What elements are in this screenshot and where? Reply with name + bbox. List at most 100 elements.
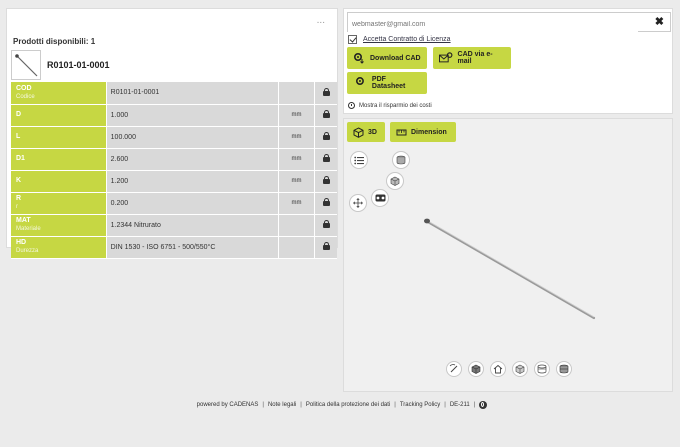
panel-menu-icon[interactable]: ... bbox=[317, 15, 325, 26]
parameter-row[interactable]: COD Codice R0101-01-0001 bbox=[11, 82, 337, 105]
parameter-value[interactable]: R0101-01-0001 bbox=[105, 82, 279, 105]
download-cad-label: Download CAD bbox=[370, 54, 421, 62]
footer-separator: | bbox=[262, 402, 264, 408]
parameter-description: Durezza bbox=[16, 248, 39, 254]
parameter-row[interactable]: L 100.000 mm bbox=[11, 126, 337, 149]
license-link[interactable]: Accetta Contratto di Licenza bbox=[363, 36, 451, 43]
parameter-description: Materiale bbox=[16, 226, 41, 232]
parameter-unit bbox=[277, 214, 315, 237]
pdf-gear-icon bbox=[355, 77, 364, 85]
parameter-value[interactable]: 1.000 bbox=[105, 104, 279, 127]
3d-viewer[interactable]: 3D Dimension bbox=[343, 118, 673, 392]
parameter-key: COD bbox=[16, 84, 32, 92]
parameter-lock-cell[interactable] bbox=[314, 104, 337, 127]
footer: powered by CADENAS | Note legali | Polit… bbox=[0, 401, 680, 409]
home-view-icon[interactable] bbox=[490, 361, 506, 377]
parameter-table: COD Codice R0101-01-0001 D 1.000 mm L 100.000 mm… bbox=[11, 82, 337, 259]
parameter-value[interactable]: 100.000 bbox=[105, 126, 279, 149]
parameter-name-cell: K bbox=[11, 170, 107, 193]
powered-by-link[interactable]: powered by CADENAS bbox=[197, 402, 259, 408]
lock-icon bbox=[322, 132, 330, 140]
section-view-icon[interactable] bbox=[534, 361, 550, 377]
pdf-datasheet-button[interactable]: PDF Datasheet bbox=[347, 72, 427, 94]
parameter-lock-cell[interactable] bbox=[314, 126, 337, 149]
cost-savings-link[interactable]: Mostra il risparmio dei costi bbox=[348, 102, 432, 109]
lock-icon bbox=[322, 87, 330, 96]
parameter-description: r bbox=[16, 204, 18, 210]
parameter-unit bbox=[277, 82, 315, 105]
parameter-row[interactable]: D 1.000 mm bbox=[11, 104, 337, 127]
download-panel: ✖ Accetta Contratto di Licenza Download … bbox=[343, 8, 673, 114]
parameter-unit: mm bbox=[277, 192, 315, 215]
version-link[interactable]: DE-211 bbox=[450, 402, 470, 408]
parameter-key: R bbox=[16, 195, 22, 202]
download-cad-button[interactable]: Download CAD bbox=[347, 47, 427, 69]
shaded-view-icon[interactable] bbox=[468, 361, 484, 377]
email-input[interactable] bbox=[348, 15, 638, 34]
stacked-view-icon[interactable] bbox=[556, 361, 572, 377]
globe-icon[interactable] bbox=[479, 401, 488, 409]
parameter-lock-cell[interactable] bbox=[314, 214, 337, 237]
rotate-icon[interactable] bbox=[446, 361, 462, 377]
pin-thumbnail-icon bbox=[15, 54, 38, 77]
parameter-row[interactable]: K 1.200 mm bbox=[11, 170, 337, 193]
tracking-policy-link[interactable]: Tracking Policy bbox=[400, 402, 440, 408]
parameter-key: K bbox=[16, 177, 22, 184]
product-panel: ... Prodotti disponibili: 1 R0101-01-000… bbox=[6, 8, 338, 259]
pin-model[interactable] bbox=[344, 119, 674, 393]
parameter-key: HD bbox=[16, 239, 27, 246]
parameter-description: Codice bbox=[16, 93, 35, 100]
lock-icon bbox=[322, 176, 330, 184]
parameter-unit: mm bbox=[277, 170, 315, 193]
product-code: R0101-01-0001 bbox=[47, 60, 110, 70]
gear-download-icon bbox=[353, 52, 364, 64]
parameter-value[interactable]: 0.200 bbox=[105, 192, 279, 215]
parameter-name-cell: D1 bbox=[11, 148, 107, 171]
parameter-key: L bbox=[16, 133, 21, 140]
parameter-name-cell: COD Codice bbox=[11, 82, 107, 105]
cad-email-button[interactable]: CAD via e-mail bbox=[433, 47, 511, 69]
parameter-row[interactable]: D1 2.600 mm bbox=[11, 148, 337, 171]
parameter-row[interactable]: MAT Materiale 1.2344 Nitrurato bbox=[11, 214, 337, 237]
parameter-key: D1 bbox=[16, 155, 25, 162]
parameter-unit bbox=[277, 236, 315, 259]
cad-email-label: CAD via e-mail bbox=[457, 51, 493, 65]
parameter-key: D bbox=[16, 111, 22, 118]
footer-separator: | bbox=[444, 402, 446, 408]
license-accept-row: Accetta Contratto di Licenza bbox=[348, 35, 451, 44]
parameter-value[interactable]: 1.200 bbox=[105, 170, 279, 193]
parameter-lock-cell[interactable] bbox=[314, 82, 337, 105]
parameter-name-cell: D bbox=[11, 104, 107, 127]
accept-license-checkbox[interactable] bbox=[348, 35, 357, 44]
footer-separator: | bbox=[473, 402, 476, 408]
lock-icon bbox=[322, 220, 330, 228]
lock-icon bbox=[322, 198, 330, 206]
privacy-policy-link[interactable]: Politica della protezione dei dati bbox=[306, 402, 390, 408]
parameter-name-cell: MAT Materiale bbox=[11, 214, 107, 237]
parameter-value[interactable]: 2.600 bbox=[105, 148, 279, 171]
parameter-row[interactable]: HD Durezza DIN 1530 - ISO 6751 - 500/550°C bbox=[11, 236, 337, 259]
parameter-row[interactable]: Rr 0.200 mm bbox=[11, 192, 337, 215]
product-header[interactable]: R0101-01-0001 bbox=[11, 50, 110, 80]
parameter-unit: mm bbox=[277, 126, 315, 149]
footer-separator: | bbox=[394, 402, 396, 408]
pdf-datasheet-label: PDF Datasheet bbox=[371, 76, 406, 90]
wireframe-view-icon[interactable] bbox=[512, 361, 528, 377]
email-gear-icon bbox=[439, 52, 453, 63]
cost-savings-label: Mostra il risparmio dei costi bbox=[359, 102, 432, 109]
parameter-lock-cell[interactable] bbox=[314, 170, 337, 193]
clock-icon bbox=[348, 102, 355, 109]
parameter-unit: mm bbox=[277, 104, 315, 127]
parameter-lock-cell[interactable] bbox=[314, 192, 337, 215]
footer-separator: | bbox=[300, 402, 302, 408]
parameter-value[interactable]: 1.2344 Nitrurato bbox=[105, 214, 279, 237]
legal-notes-link[interactable]: Note legali bbox=[268, 402, 296, 408]
product-thumbnail[interactable] bbox=[11, 50, 41, 80]
parameter-value[interactable]: DIN 1530 - ISO 6751 - 500/550°C bbox=[105, 236, 279, 259]
clear-email-icon[interactable]: ✖ bbox=[655, 15, 664, 28]
email-box: ✖ bbox=[347, 12, 671, 34]
parameter-lock-cell[interactable] bbox=[314, 236, 337, 259]
parameter-name-cell: L bbox=[11, 126, 107, 149]
parameter-lock-cell[interactable] bbox=[314, 148, 337, 171]
parameter-unit: mm bbox=[277, 148, 315, 171]
